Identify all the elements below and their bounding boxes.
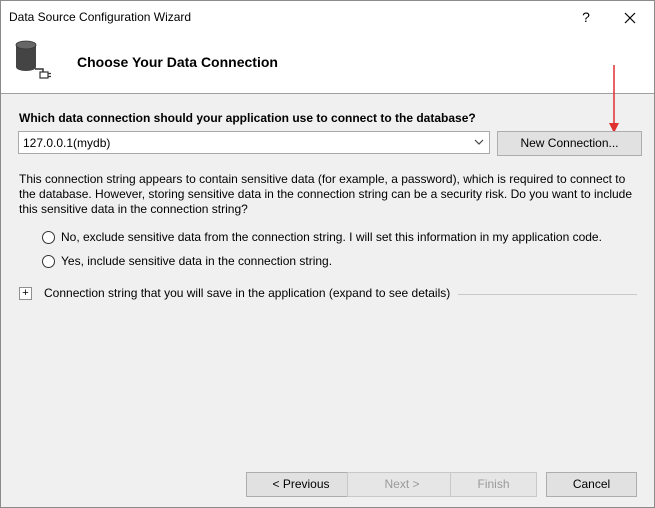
wizard-header: Choose Your Data Connection <box>1 32 654 94</box>
radio-exclude-sensitive[interactable]: No, exclude sensitive data from the conn… <box>42 230 602 244</box>
new-connection-button[interactable]: New Connection... <box>497 131 642 156</box>
close-button[interactable] <box>615 5 645 29</box>
connection-question: Which data connection should your applic… <box>19 111 476 125</box>
connection-string-expander: + Connection string that you will save i… <box>19 286 637 300</box>
radio-button[interactable] <box>42 254 55 268</box>
help-button[interactable]: ? <box>571 5 601 29</box>
next-button[interactable]: Next > <box>347 472 457 497</box>
radio-exclude-label: No, exclude sensitive data from the conn… <box>61 230 602 244</box>
wizard-window: Data Source Configuration Wizard ? Choos… <box>0 0 655 508</box>
expander-divider <box>458 293 637 295</box>
radio-button[interactable] <box>42 230 55 244</box>
window-title: Data Source Configuration Wizard <box>9 10 192 24</box>
close-icon <box>624 12 636 24</box>
finish-button[interactable]: Finish <box>450 472 537 497</box>
radio-include-sensitive[interactable]: Yes, include sensitive data in the conne… <box>42 254 332 268</box>
expander-label: Connection string that you will save in … <box>44 286 451 300</box>
page-title: Choose Your Data Connection <box>77 54 278 70</box>
connection-select-value: 127.0.0.1(mydb) <box>23 136 111 150</box>
expand-plus-icon[interactable]: + <box>19 286 32 300</box>
annotation-arrow-icon <box>609 65 619 133</box>
previous-button[interactable]: < Previous <box>246 472 356 497</box>
chevron-down-icon <box>474 139 484 145</box>
database-icon <box>15 40 51 79</box>
title-bar: Data Source Configuration Wizard ? <box>1 1 654 32</box>
connection-select[interactable]: 127.0.0.1(mydb) <box>18 131 490 154</box>
radio-include-label: Yes, include sensitive data in the conne… <box>61 254 333 268</box>
cancel-button[interactable]: Cancel <box>546 472 637 497</box>
sensitive-data-description: This connection string appears to contai… <box>19 172 633 216</box>
